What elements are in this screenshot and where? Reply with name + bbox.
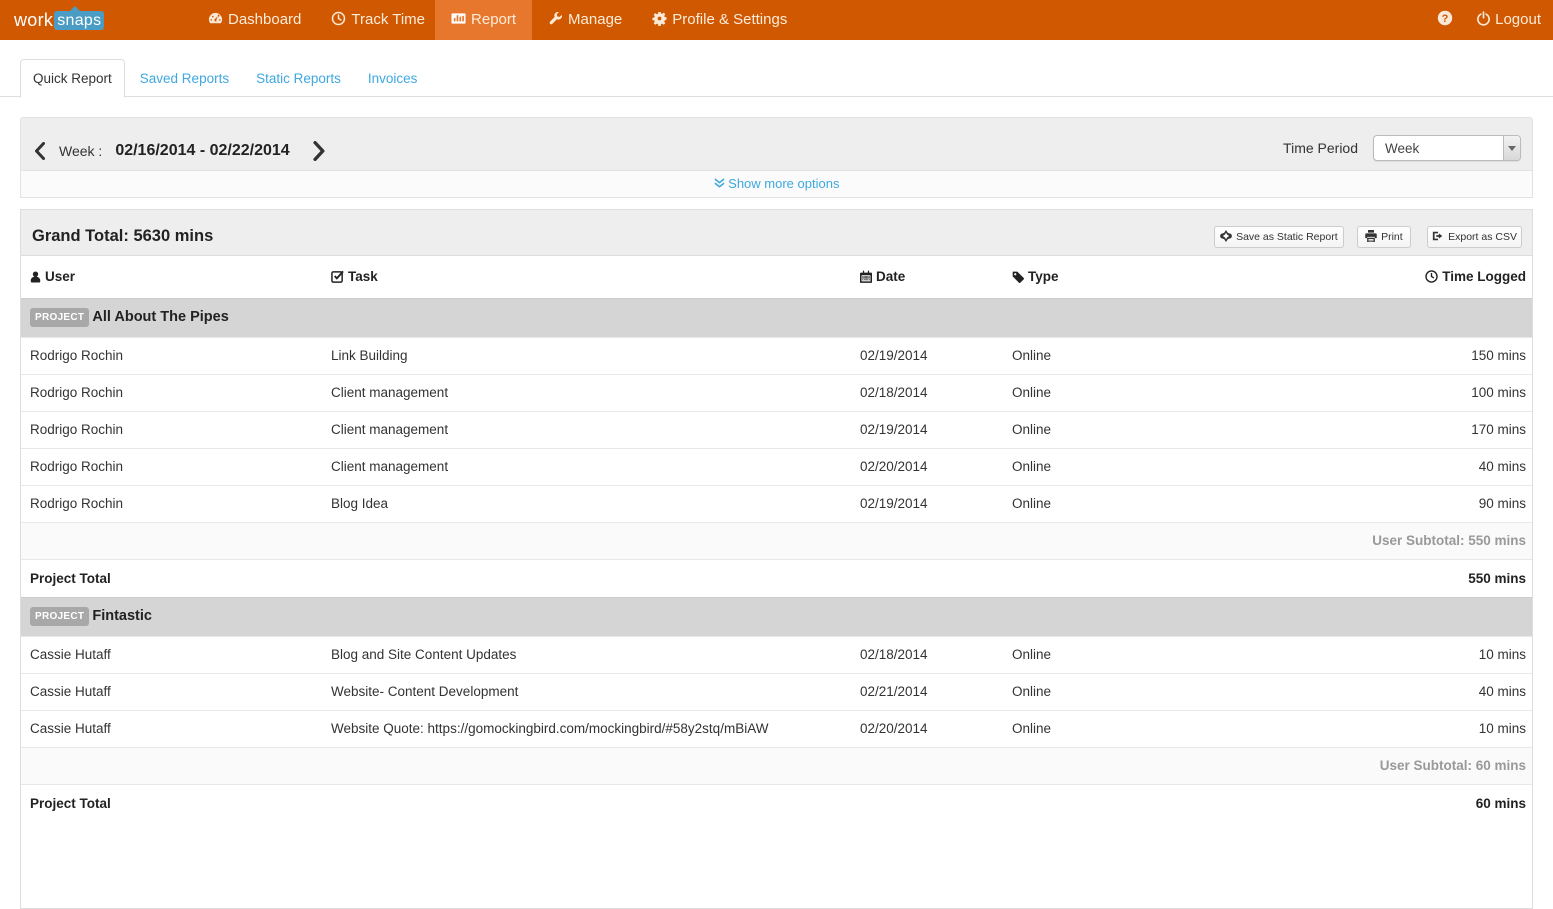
svg-text:?: ?: [1442, 13, 1449, 25]
